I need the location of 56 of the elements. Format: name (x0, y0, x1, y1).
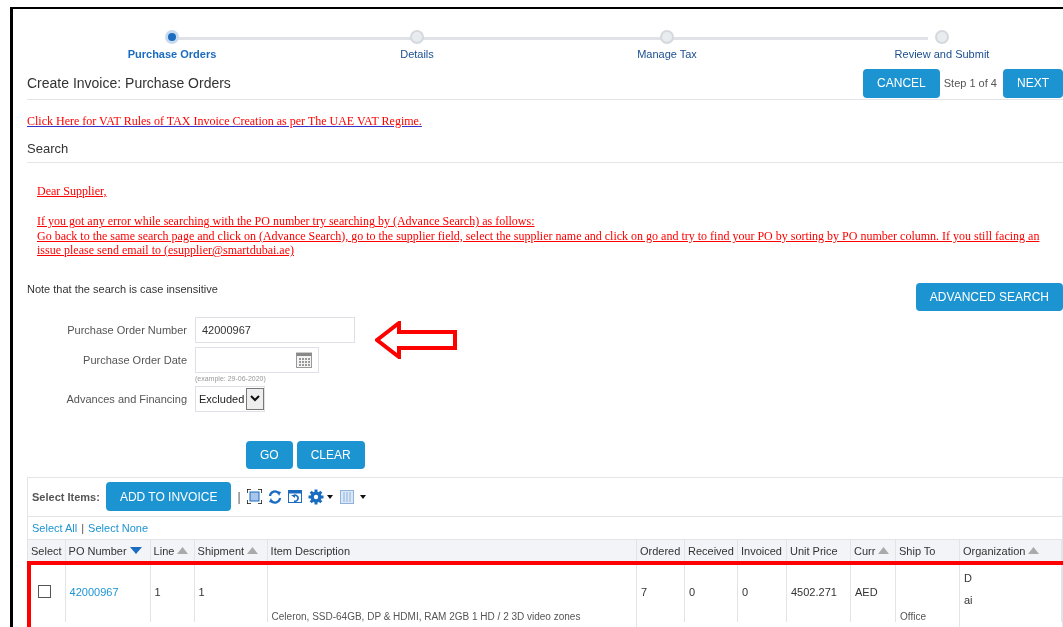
column-header[interactable]: Line (150, 538, 195, 562)
table-cell: 7 (641, 585, 648, 598)
select-none-link[interactable]: Select None (88, 521, 149, 534)
step-counter: Step 1 of 4 (943, 77, 997, 89)
table-cell: 4502.271 (791, 585, 837, 598)
field-label: Purchase Order Number (66, 323, 187, 336)
column-header[interactable]: Select (28, 538, 66, 562)
calendar-icon[interactable] (296, 351, 312, 369)
column-header[interactable]: Unit Price (787, 538, 851, 562)
table-cell: AED (855, 585, 878, 598)
column-header[interactable]: Received (685, 538, 738, 562)
gear-menu-icon[interactable] (307, 488, 334, 505)
table-cell: 1 (154, 585, 161, 598)
table-cell: 0 (742, 585, 749, 598)
field-label: Advances and Financing (65, 392, 187, 405)
columns-menu-icon[interactable] (339, 489, 368, 504)
table-cell: 1 (198, 585, 205, 598)
sort-descending-icon[interactable] (129, 546, 142, 555)
table-cell: Office (900, 610, 926, 622)
column-header[interactable]: PO Number (65, 538, 151, 562)
notice-text: If you got any error while searching with the PO number try searching by (Advance Search) as follows: Go back to the same search page and click on (Advance Search), go to the supplier field, select the supplier name and click on go and try to find your PO by sorting by PO number column. If you still facing an issue please send email to (esupplier@smartdubai.ae) (37, 214, 1041, 258)
field-label: Purchase Order Date (82, 353, 187, 366)
column-header[interactable]: Organization (960, 538, 1062, 562)
window-undo-icon[interactable] (287, 490, 302, 504)
row-checkbox[interactable] (38, 585, 51, 599)
column-header[interactable]: Shipment (194, 538, 268, 562)
wizard-step[interactable]: Manage Tax (517, 17, 817, 60)
toolbar-separator: | (237, 489, 241, 504)
arrow-annotation-icon (375, 321, 459, 359)
column-header[interactable]: Ship To (896, 538, 960, 562)
po-number-field[interactable]: 42000967 (195, 316, 355, 343)
toolbar-label: Select Items: (32, 490, 100, 503)
table-cell: 0 (689, 585, 696, 598)
date-field[interactable] (195, 346, 319, 373)
note-text: Note that the search is case insensitive (27, 283, 218, 296)
link-separator: | (81, 521, 85, 534)
select-all-link[interactable]: Select All (32, 521, 78, 534)
table-cell: D (964, 571, 972, 584)
expand-icon[interactable] (246, 489, 262, 505)
table-cell: ai (964, 593, 973, 606)
column-header[interactable]: Invoiced (738, 538, 787, 562)
wizard-step[interactable]: Review and Submit (817, 17, 1063, 60)
wizard-step[interactable]: Purchase Orders (27, 17, 317, 60)
column-header[interactable]: Item Description (267, 538, 637, 562)
column-header[interactable]: Curr (851, 538, 896, 562)
column-header[interactable]: Ordered (637, 538, 685, 562)
vat-rules-link[interactable]: Click Here for VAT Rules of TAX Invoice Creation as per The UAE VAT Regime. (27, 114, 422, 129)
po-number-link[interactable]: 42000967 (69, 585, 119, 598)
wizard-step[interactable]: Details (317, 17, 517, 60)
advances-dropdown[interactable]: Excluded (195, 385, 265, 412)
chevron-down-icon (250, 395, 261, 403)
page-title: Create Invoice: Purchase Orders (27, 75, 232, 91)
section-title: Search (27, 129, 1063, 163)
notice-text: Dear Supplier, (37, 184, 108, 199)
table-cell: Celeron, SSD-64GB, DP & HDMI, RAM 2GB 1 HD / 2 3D video zones (271, 610, 581, 622)
refresh-icon[interactable] (267, 489, 282, 504)
